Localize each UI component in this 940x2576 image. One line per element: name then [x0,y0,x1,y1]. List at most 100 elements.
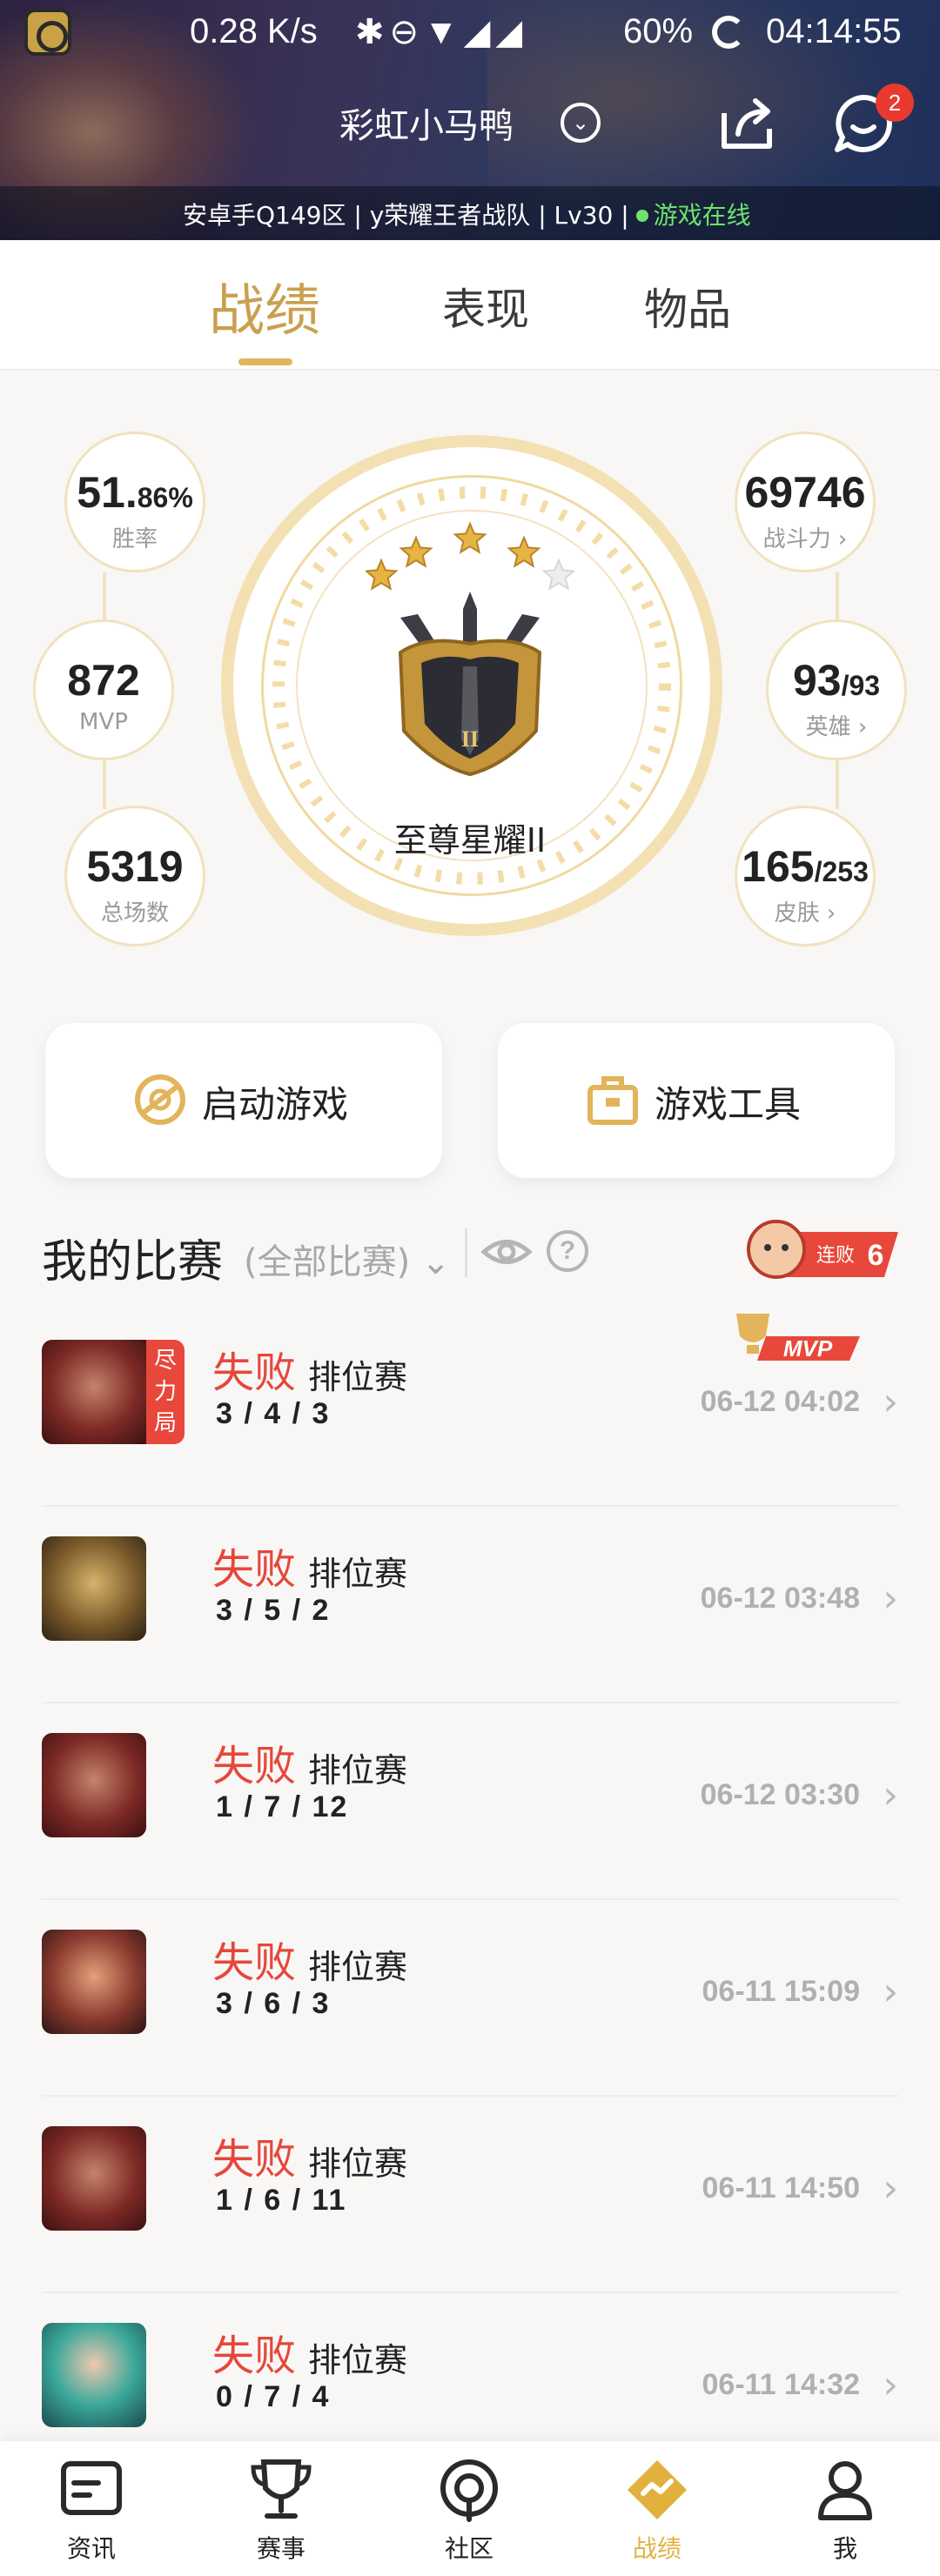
nav-community[interactable]: 社区 [404,2457,534,2565]
tab-performance[interactable]: 表现 [442,275,529,338]
launch-game-label: 启动游戏 [202,1083,349,1126]
mvp-value: 872 [67,656,140,705]
match-row[interactable]: 失败 排位赛 3 / 6 / 3 06-11 15:09 › [42,1900,898,2097]
online-dot-icon [635,209,648,222]
chevron-down-icon: ⌄ [410,1242,451,1282]
matches-filter-dropdown[interactable]: (全部比赛) ⌄ [244,1234,450,1284]
match-kda: 1 / 7 / 12 [216,1790,349,1823]
heroes-total: /93 [841,670,881,701]
hero-avatar [42,1733,146,1837]
player-name[interactable]: 彩虹小马鸭 [339,97,514,148]
match-row[interactable]: 尽力局 失败 排位赛 3 / 4 / 3 MVP 06-12 04:02 › [42,1310,898,1507]
match-result: 失败 [212,2135,297,2184]
match-row[interactable]: 失败 排位赛 1 / 6 / 11 06-11 14:50 › [42,2097,898,2293]
power-label: 战斗力 [762,526,831,552]
hero-avatar: 尽力局 [42,1340,185,1444]
nav-news-label: 资讯 [66,2534,116,2563]
match-result: 失败 [212,1545,297,1594]
eye-icon[interactable] [480,1230,533,1274]
battery-level: 60% [623,12,694,50]
network-speed: 0.28 K/s [190,12,318,50]
help-icon[interactable]: ? [547,1230,588,1272]
nav-news[interactable]: 资讯 [26,2457,157,2565]
total-games-label: 总场数 [100,900,169,927]
hero-avatar [42,1536,146,1641]
star-filled-icon [399,535,433,568]
rank-emblem-icon: II [366,521,574,777]
profile-header: 0.28 K/s ✱⊖▼◢◢ 60% 04:14:55 彩虹小马鸭 ⌄ 2 安卓… [0,0,940,240]
match-time: 06-12 03:48 [700,1582,860,1615]
chevron-right-icon: › [883,2166,898,2211]
tab-items[interactable]: 物品 [644,275,731,338]
match-time: 06-11 14:50 [702,2171,861,2205]
stat-connector [103,757,106,809]
profile-icon [818,2461,872,2520]
total-games-value: 5319 [86,842,184,891]
chevron-down-icon[interactable]: ⌄ [561,103,601,143]
stat-skins[interactable]: 165/253 皮肤 › [735,806,876,947]
match-kda: 3 / 6 / 3 [216,1987,331,2020]
chevron-right-icon: › [883,1576,898,1621]
launch-game-button[interactable]: 启动游戏 [45,1023,442,1178]
chevron-right-icon: › [819,900,836,927]
skins-total: /253 [814,856,869,887]
match-mode: 排位赛 [308,2144,408,2183]
match-mode: 排位赛 [308,1948,408,1986]
chevron-right-icon: › [850,714,868,740]
match-mode: 排位赛 [308,2341,408,2379]
match-result: 失败 [212,1938,297,1987]
heroes-label: 英雄 [805,714,851,740]
tab-record[interactable]: 战绩 [209,266,320,346]
app-logo-icon [24,9,71,56]
power-value: 69746 [744,468,866,517]
mvp-label: MVP [783,1335,833,1362]
bottom-nav: 资讯 赛事 社区 战绩 我 [0,2441,940,2576]
active-tab-indicator [238,358,292,365]
star-filled-icon [366,558,399,591]
nav-events[interactable]: 赛事 [216,2457,346,2565]
match-time: 06-12 04:02 [700,1385,860,1418]
chevron-right-icon: › [830,526,848,552]
battery-icon [712,16,745,49]
server-info: 安卓手Q149区 | y荣耀王者战队 | Lv30 | 游戏在线 [183,197,751,231]
nav-profile-label: 我 [832,2534,857,2563]
svg-text:II: II [461,726,479,752]
trophy-icon [251,2459,312,2519]
notification-badge: 2 [876,84,914,122]
stat-connector [103,572,106,625]
stat-power[interactable]: 69746 战斗力 › [735,432,876,572]
best-effort-tag: 尽力局 [146,1340,185,1444]
match-mode: 排位赛 [308,1555,408,1593]
star-filled-icon [507,535,541,568]
match-row[interactable]: 失败 排位赛 1 / 7 / 12 06-12 03:30 › [42,1703,898,1900]
streak-label: 连败 [816,1245,855,1267]
news-icon [61,2461,122,2515]
hero-avatar [42,2126,146,2231]
tab-bar: 战绩 表现 物品 [0,240,940,371]
chevron-right-icon: › [883,1970,898,2014]
heroes-owned: 93 [792,656,842,705]
match-time: 06-11 14:32 [702,2368,861,2401]
win-rate-decimal: 86% [137,482,193,513]
stat-heroes[interactable]: 93/93 英雄 › [766,619,907,760]
share-icon[interactable] [715,94,778,153]
match-mode: 排位赛 [308,1751,408,1790]
status-icons: ✱⊖▼◢◢ [355,13,528,51]
stat-connector [836,572,839,625]
match-kda: 3 / 4 / 3 [216,1397,331,1430]
match-time: 06-12 03:30 [700,1778,860,1811]
match-row[interactable]: 失败 排位赛 3 / 5 / 2 06-12 03:48 › [42,1507,898,1703]
clock: 04:14:55 [766,12,902,50]
game-tools-button[interactable]: 游戏工具 [498,1023,895,1178]
nav-record[interactable]: 战绩 [592,2457,722,2565]
stat-win-rate: 51.86% 胜率 [64,432,205,572]
stat-total-games: 5319 总场数 [64,806,205,947]
nav-profile[interactable]: 我 [780,2457,910,2565]
rank-name: 至尊星耀II [393,821,547,860]
stat-mvp: 872 MVP [33,619,174,760]
matches-title: 我的比赛 [42,1236,224,1288]
record-icon [628,2460,687,2519]
stat-connector [836,757,839,809]
game-tools-label: 游戏工具 [655,1083,802,1126]
match-result: 失败 [212,1348,297,1397]
